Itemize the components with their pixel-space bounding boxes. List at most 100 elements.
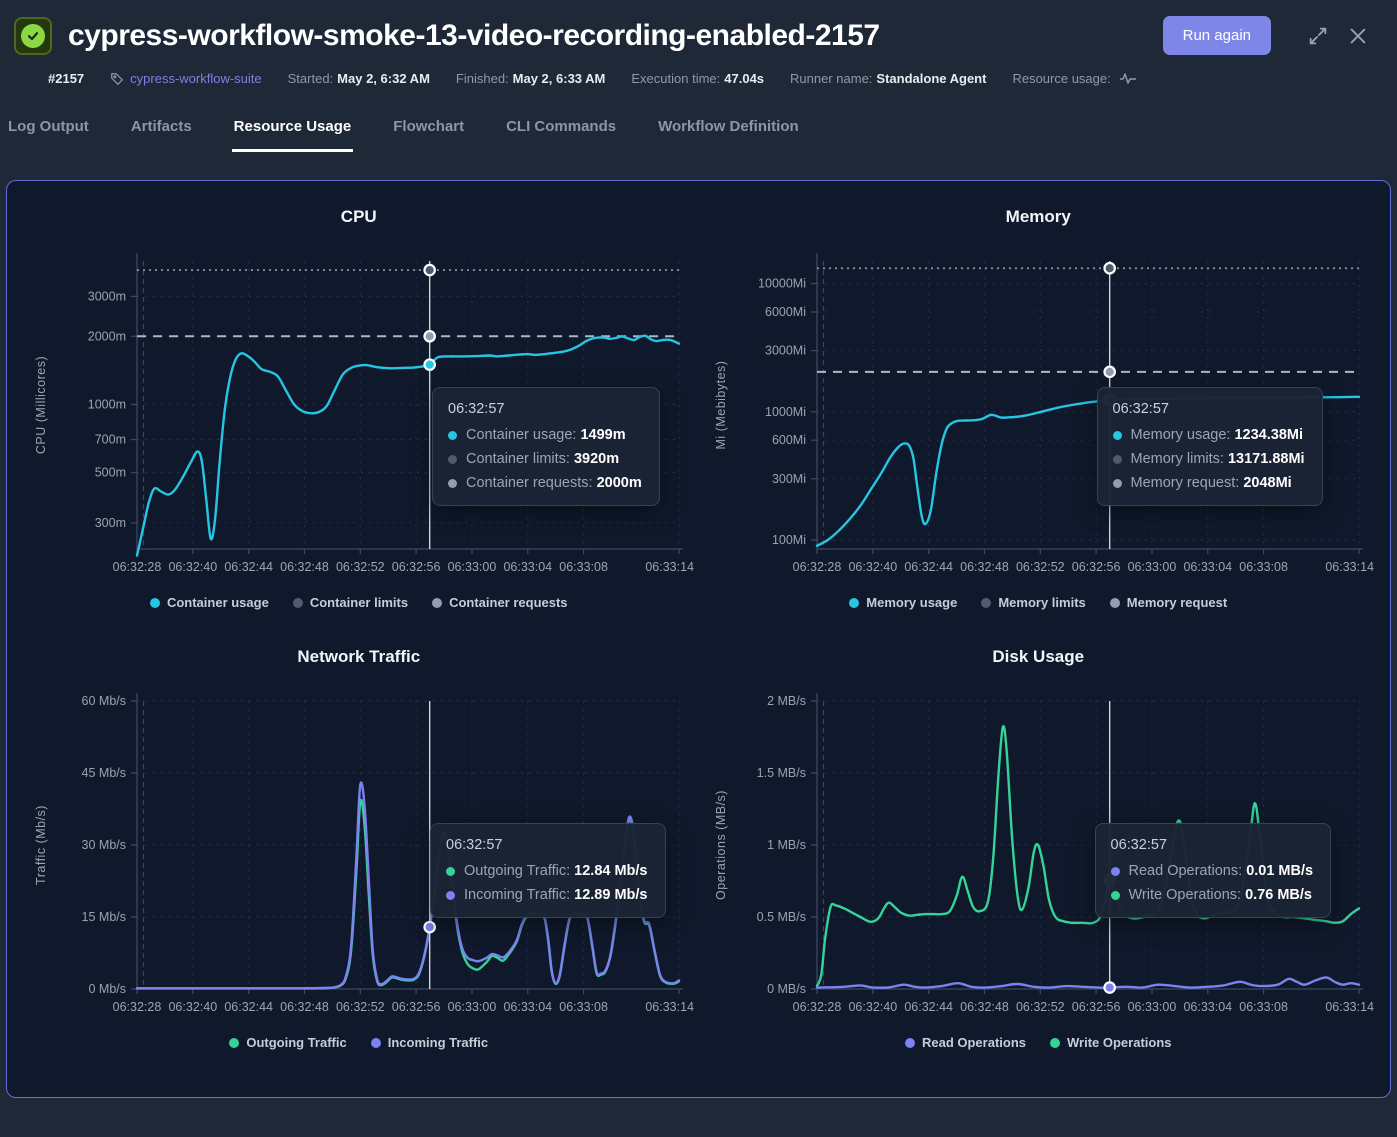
memory-chart-legend: Memory usage Memory limits Memory request: [849, 595, 1227, 610]
workflow-suite-link[interactable]: cypress-workflow-suite: [110, 71, 261, 86]
run-header: cypress-workflow-smoke-13-video-recordin…: [0, 0, 1397, 61]
svg-text:06:33:14: 06:33:14: [1325, 1000, 1374, 1014]
svg-text:06:32:56: 06:32:56: [392, 1000, 441, 1014]
svg-text:06:33:04: 06:33:04: [1183, 560, 1232, 574]
svg-text:06:32:52: 06:32:52: [336, 1000, 385, 1014]
legend-dot-icon: [981, 598, 991, 608]
svg-text:06:33:08: 06:33:08: [560, 560, 609, 574]
tab-log-output[interactable]: Log Output: [6, 112, 91, 152]
svg-text:1.5 MB/s: 1.5 MB/s: [756, 766, 805, 780]
tooltip-row: Memory usage: 1234.38Mi: [1113, 427, 1305, 443]
tab-artifacts[interactable]: Artifacts: [129, 112, 194, 152]
legend-item[interactable]: Container limits: [293, 595, 408, 610]
disk-usage-chart-title: Disk Usage: [992, 647, 1084, 667]
svg-text:06:32:40: 06:32:40: [169, 560, 218, 574]
memory-chart-tooltip: 06:32:57Memory usage: 1234.38MiMemory li…: [1097, 387, 1323, 506]
cpu-chart-title: CPU: [341, 207, 377, 227]
network-traffic-chart: Network Traffic 0 Mb/s15 Mb/s30 Mb/s45 M…: [19, 633, 699, 1081]
svg-text:500m: 500m: [95, 466, 126, 480]
tooltip-row: Container usage: 1499m: [448, 427, 642, 443]
tooltip-row: Read Operations: 0.01 MB/s: [1111, 863, 1314, 879]
svg-text:06:33:14: 06:33:14: [646, 1000, 695, 1014]
svg-text:60 Mb/s: 60 Mb/s: [82, 694, 126, 708]
legend-dot-icon: [229, 1038, 239, 1048]
disk-usage-chart-tooltip: 06:32:57 Read Operations: 0.01 MB/s Write …: [1095, 823, 1332, 918]
svg-text:100Mi: 100Mi: [772, 533, 806, 547]
svg-text:Mi (Mebibytes): Mi (Mebibytes): [714, 361, 728, 450]
tooltip-series-dot-icon: [1113, 455, 1122, 464]
svg-text:06:32:56: 06:32:56: [392, 560, 441, 574]
tab-flowchart[interactable]: Flowchart: [391, 112, 466, 152]
svg-text:2000m: 2000m: [88, 329, 126, 343]
svg-text:06:33:14: 06:33:14: [1325, 560, 1374, 574]
legend-item[interactable]: Memory limits: [981, 595, 1085, 610]
svg-text:Operations (MB/s): Operations (MB/s): [714, 790, 728, 900]
cpu-chart-legend: Container usage Container limits Container…: [150, 595, 568, 610]
legend-dot-icon: [150, 598, 160, 608]
resource-usage-pulse-icon: [1119, 72, 1137, 85]
tooltip-series-dot-icon: [446, 867, 455, 876]
memory-chart: Memory 100Mi300Mi600Mi1000Mi3000Mi6000Mi…: [699, 193, 1379, 633]
svg-text:06:32:56: 06:32:56: [1072, 560, 1121, 574]
legend-item[interactable]: Container requests: [432, 595, 567, 610]
svg-text:06:33:08: 06:33:08: [1239, 1000, 1288, 1014]
tooltip-time: 06:32:57: [448, 401, 642, 417]
svg-text:45 Mb/s: 45 Mb/s: [82, 766, 126, 780]
network-traffic-chart-title: Network Traffic: [297, 647, 420, 667]
tooltip-time: 06:32:57: [1111, 837, 1314, 853]
expand-icon[interactable]: [1303, 21, 1333, 51]
svg-text:06:33:04: 06:33:04: [504, 1000, 553, 1014]
legend-item[interactable]: Write Operations: [1050, 1035, 1172, 1050]
svg-text:15 Mb/s: 15 Mb/s: [82, 910, 126, 924]
svg-text:1000Mi: 1000Mi: [765, 405, 806, 419]
legend-dot-icon: [432, 598, 442, 608]
tab-workflow-definition[interactable]: Workflow Definition: [656, 112, 801, 152]
close-icon[interactable]: [1343, 21, 1373, 51]
legend-item[interactable]: Read Operations: [905, 1035, 1026, 1050]
tab-resource-usage[interactable]: Resource Usage: [232, 112, 354, 152]
svg-text:1000m: 1000m: [88, 397, 126, 411]
svg-text:06:32:48: 06:32:48: [280, 1000, 329, 1014]
svg-text:06:32:28: 06:32:28: [792, 1000, 841, 1014]
svg-text:06:32:44: 06:32:44: [225, 560, 274, 574]
tab-cli-commands[interactable]: CLI Commands: [504, 112, 618, 152]
legend-item[interactable]: Memory request: [1110, 595, 1227, 610]
svg-text:06:32:44: 06:32:44: [225, 1000, 274, 1014]
meta-finished: Finished:May 2, 6:33 AM: [456, 71, 605, 86]
legend-dot-icon: [293, 598, 303, 608]
svg-text:06:32:52: 06:32:52: [1016, 560, 1065, 574]
svg-text:06:33:08: 06:33:08: [1239, 560, 1288, 574]
svg-text:06:32:28: 06:32:28: [113, 1000, 162, 1014]
tooltip-row: Write Operations: 0.76 MB/s: [1111, 887, 1314, 903]
svg-text:06:33:00: 06:33:00: [448, 1000, 497, 1014]
svg-text:Traffic (Mb/s): Traffic (Mb/s): [34, 805, 48, 885]
tooltip-series-dot-icon: [446, 891, 455, 900]
tooltip-time: 06:32:57: [1113, 401, 1305, 417]
legend-item[interactable]: Outgoing Traffic: [229, 1035, 346, 1050]
tooltip-row: Outgoing Traffic: 12.84 Mb/s: [446, 863, 648, 879]
svg-text:06:33:04: 06:33:04: [1183, 1000, 1232, 1014]
svg-text:06:33:14: 06:33:14: [646, 560, 695, 574]
legend-item[interactable]: Incoming Traffic: [371, 1035, 488, 1050]
page-title: cypress-workflow-smoke-13-video-recordin…: [68, 19, 1163, 53]
svg-text:06:32:44: 06:32:44: [904, 560, 953, 574]
disk-usage-chart-legend: Read Operations Write Operations: [905, 1035, 1172, 1050]
svg-text:06:33:00: 06:33:00: [1127, 560, 1176, 574]
svg-text:06:32:52: 06:32:52: [1016, 1000, 1065, 1014]
legend-dot-icon: [1110, 598, 1120, 608]
svg-text:06:32:48: 06:32:48: [960, 560, 1009, 574]
meta-started: Started:May 2, 6:32 AM: [288, 71, 430, 86]
svg-text:700m: 700m: [95, 433, 126, 447]
legend-item[interactable]: Container usage: [150, 595, 269, 610]
legend-dot-icon: [1050, 1038, 1060, 1048]
legend-item[interactable]: Memory usage: [849, 595, 957, 610]
svg-text:06:32:28: 06:32:28: [792, 560, 841, 574]
meta-execution-time: Execution time:47.04s: [631, 71, 764, 86]
svg-text:06:32:48: 06:32:48: [960, 1000, 1009, 1014]
legend-dot-icon: [905, 1038, 915, 1048]
workflow-tag-icon: [110, 72, 124, 86]
svg-text:0.5 MB/s: 0.5 MB/s: [756, 910, 805, 924]
run-again-button[interactable]: Run again: [1163, 16, 1271, 55]
cpu-chart-tooltip: 06:32:57Container usage: 1499mContainer …: [432, 387, 660, 506]
resource-usage-panel: CPU 300m500m700m1000m2000m3000m06:32:280…: [6, 180, 1391, 1098]
